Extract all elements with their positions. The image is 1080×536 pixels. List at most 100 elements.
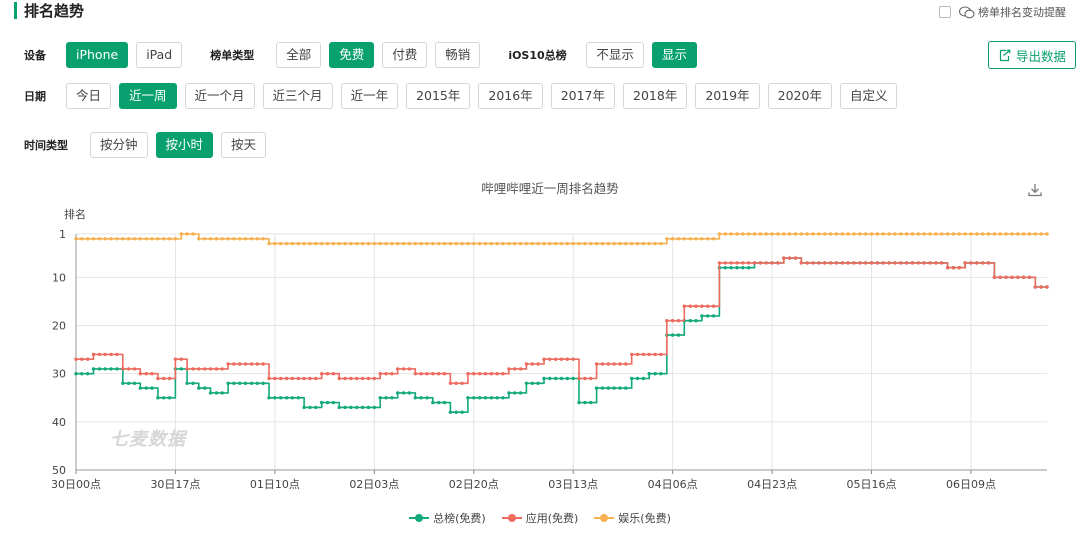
- date-option-2017[interactable]: 2017年: [550, 83, 616, 109]
- series-point-2: [138, 237, 142, 241]
- series-point-1: [442, 372, 447, 376]
- series-point-0: [360, 405, 365, 410]
- series-point-1: [360, 376, 365, 381]
- series-point-0: [706, 314, 710, 318]
- series-point-1: [489, 372, 493, 376]
- series-point-2: [928, 232, 932, 236]
- series-point-2: [1010, 232, 1014, 236]
- series-point-2: [126, 237, 131, 241]
- legend-item-app[interactable]: 应用(免费): [501, 510, 578, 526]
- series-point-2: [273, 241, 277, 246]
- remind-checkbox[interactable]: [939, 6, 951, 18]
- series-point-1: [934, 261, 938, 265]
- series-point-0: [302, 405, 306, 410]
- series-point-1: [530, 362, 534, 366]
- series-point-2: [852, 232, 856, 236]
- series-point-0: [606, 386, 610, 390]
- date-option-today[interactable]: 今日: [66, 83, 112, 109]
- series-point-1: [583, 376, 587, 381]
- legend-symbol-app: [501, 513, 522, 523]
- time-type-option-minute[interactable]: 按分钟: [90, 132, 148, 158]
- series-point-0: [729, 266, 733, 270]
- time-type-option-hour[interactable]: 按小时: [155, 132, 214, 158]
- series-point-0: [396, 391, 400, 395]
- series-point-0: [472, 396, 476, 400]
- series-point-2: [197, 237, 201, 241]
- x-tick-label: 06日09点: [946, 478, 996, 491]
- date-option-year[interactable]: 近一年: [340, 83, 399, 109]
- series-point-0: [735, 266, 739, 270]
- series-point-2: [735, 232, 739, 236]
- list-type-option-free[interactable]: 免费: [329, 42, 375, 68]
- series-point-2: [817, 232, 821, 236]
- series-point-1: [723, 261, 727, 265]
- date-option-2020[interactable]: 2020年: [767, 83, 832, 109]
- series-point-0: [249, 381, 254, 385]
- list-type-option-paid[interactable]: 付费: [382, 42, 428, 68]
- device-option-iphone[interactable]: iPhone: [66, 42, 129, 68]
- series-point-0: [150, 386, 154, 390]
- series-point-1: [834, 261, 839, 265]
- device-option-ipad[interactable]: iPad: [136, 42, 183, 68]
- series-point-1: [109, 352, 113, 357]
- series-point-2: [325, 241, 330, 246]
- series-point-1: [208, 367, 213, 371]
- series-point-0: [507, 391, 511, 395]
- series-point-2: [1039, 232, 1043, 236]
- series-point-2: [284, 241, 289, 246]
- section-header: 排名趋势: [14, 0, 84, 20]
- series-point-2: [220, 237, 224, 241]
- series-point-2: [747, 232, 751, 236]
- rank-change-remind[interactable]: 榜单排名变动提醒: [939, 4, 1066, 20]
- series-point-0: [349, 405, 353, 410]
- series-point-0: [74, 372, 78, 376]
- series-point-2: [589, 241, 593, 246]
- series-point-0: [343, 405, 347, 410]
- series-point-1: [594, 362, 599, 366]
- series-point-1: [928, 261, 932, 265]
- legend-item-total[interactable]: 总榜(免费): [409, 510, 486, 526]
- series-point-1: [799, 261, 803, 265]
- list-type-option-grossing[interactable]: 畅销: [435, 42, 481, 68]
- date-option-2018[interactable]: 2018年: [623, 83, 688, 109]
- series-point-0: [460, 410, 464, 414]
- series-point-1: [296, 376, 300, 381]
- date-option-week[interactable]: 近一周: [119, 83, 177, 109]
- series-point-0: [273, 396, 277, 400]
- series-point-0: [711, 314, 716, 318]
- list-type-option-all[interactable]: 全部: [276, 42, 322, 68]
- series-point-1: [700, 304, 704, 308]
- series-point-0: [670, 333, 675, 337]
- series-point-1: [185, 367, 189, 371]
- date-option-3months[interactable]: 近三个月: [262, 83, 333, 109]
- date-option-custom[interactable]: 自定义: [839, 83, 898, 109]
- rank-trend-chart: 1 10 20 30 40 5030日00点 30日17点 01日10点 02日03点 02日20…: [51, 228, 1049, 491]
- export-data-button[interactable]: 导出数据: [988, 41, 1076, 69]
- series-point-0: [384, 396, 388, 400]
- time-type-option-day[interactable]: 按天: [221, 132, 267, 158]
- series-point-1: [419, 372, 423, 376]
- series-point-0: [191, 381, 195, 385]
- series-point-2: [401, 241, 406, 246]
- series-point-2: [881, 232, 885, 236]
- series-point-1: [659, 352, 663, 357]
- date-option-2015[interactable]: 2015年: [406, 83, 471, 109]
- series-point-0: [419, 396, 423, 400]
- legend-item-entertainment[interactable]: 娱乐(免费): [594, 510, 671, 526]
- series-point-2: [565, 241, 569, 246]
- wechat-icon: [959, 5, 975, 18]
- series-point-2: [530, 241, 534, 246]
- series-point-2: [741, 232, 745, 236]
- series-point-2: [606, 241, 610, 246]
- date-option-month[interactable]: 近一个月: [184, 83, 255, 109]
- date-option-2016[interactable]: 2016年: [478, 83, 543, 109]
- ios10-option-hide[interactable]: 不显示: [586, 42, 644, 68]
- series-point-2: [641, 241, 646, 246]
- date-option-2019[interactable]: 2019年: [695, 83, 760, 109]
- ios10-option-show[interactable]: 显示: [651, 42, 697, 68]
- series-point-1: [951, 266, 956, 270]
- series-point-2: [752, 232, 757, 236]
- series-point-2: [887, 232, 891, 236]
- series-point-1: [167, 376, 172, 381]
- series-point-1: [1016, 275, 1020, 279]
